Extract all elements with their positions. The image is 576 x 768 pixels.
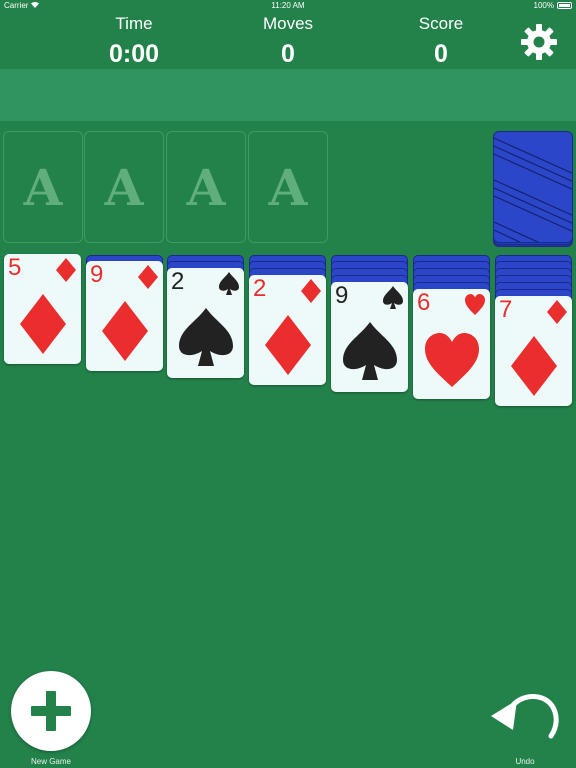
new-game-button[interactable] — [11, 671, 91, 751]
foundation-slot-3[interactable]: A — [166, 131, 246, 243]
card-9-spades[interactable]: 9 — [331, 282, 408, 392]
card-rank: 9 — [335, 282, 349, 309]
diamond-icon — [56, 258, 76, 282]
heart-icon — [425, 333, 479, 387]
moves-value: 0 — [281, 40, 295, 68]
card-rank: 5 — [8, 254, 22, 281]
undo-label: Undo — [515, 757, 535, 766]
message-banner — [0, 69, 576, 121]
foundation-placeholder: A — [186, 158, 226, 217]
diamond-icon — [20, 294, 66, 354]
card-rank: 7 — [499, 296, 513, 323]
card-rank: 2 — [253, 275, 267, 302]
foundation-slot-4[interactable]: A — [248, 131, 328, 243]
spade-icon — [179, 308, 233, 366]
diamond-icon — [102, 301, 148, 361]
time-label: Time — [115, 14, 153, 33]
score-stat: Score 0 — [381, 14, 501, 69]
diamond-icon — [265, 315, 311, 375]
battery-icon — [557, 2, 572, 9]
gear-icon[interactable] — [520, 23, 558, 61]
spade-icon — [383, 286, 403, 309]
moves-label: Moves — [262, 14, 314, 33]
foundation-slot-2[interactable]: A — [84, 131, 164, 243]
stock-pile[interactable] — [493, 131, 573, 247]
card-9-diamonds[interactable]: 9 — [86, 261, 163, 371]
spade-icon — [343, 322, 397, 380]
plus-icon — [31, 691, 71, 731]
diamond-icon — [138, 265, 158, 289]
foundation-placeholder: A — [23, 158, 63, 217]
spade-icon — [219, 272, 239, 295]
diamond-icon — [301, 279, 321, 303]
foundation-slot-1[interactable]: A — [3, 131, 83, 243]
card-5-diamonds[interactable]: 5 — [4, 254, 81, 364]
moves-stat: Moves 0 — [228, 14, 348, 69]
card-rank: 2 — [171, 268, 185, 295]
time-stat: Time 0:00 — [74, 14, 194, 69]
time-value: 0:00 — [108, 40, 160, 68]
card-back — [493, 131, 573, 243]
card-rank: 9 — [90, 261, 104, 288]
card-7-diamonds[interactable]: 7 — [495, 296, 572, 406]
card-6-hearts[interactable]: 6 — [413, 289, 490, 399]
diamond-icon — [511, 336, 557, 396]
card-2-spades[interactable]: 2 — [167, 268, 244, 378]
battery-percent: 100% — [533, 1, 554, 10]
undo-arrow-icon — [491, 694, 559, 739]
score-label: Score — [418, 14, 464, 33]
status-clock: 11:20 AM — [271, 1, 305, 10]
card-rank: 6 — [417, 289, 431, 316]
foundation-placeholder: A — [104, 158, 144, 217]
new-game-label: New Game — [30, 757, 71, 766]
score-value: 0 — [434, 40, 448, 68]
status-bar: Carrier 11:20 AM 100% — [0, 0, 576, 12]
foundation-placeholder: A — [268, 158, 308, 217]
undo-button[interactable] — [487, 686, 563, 746]
diamond-icon — [547, 300, 567, 324]
heart-icon — [465, 294, 485, 315]
card-2-diamonds[interactable]: 2 — [249, 275, 326, 385]
